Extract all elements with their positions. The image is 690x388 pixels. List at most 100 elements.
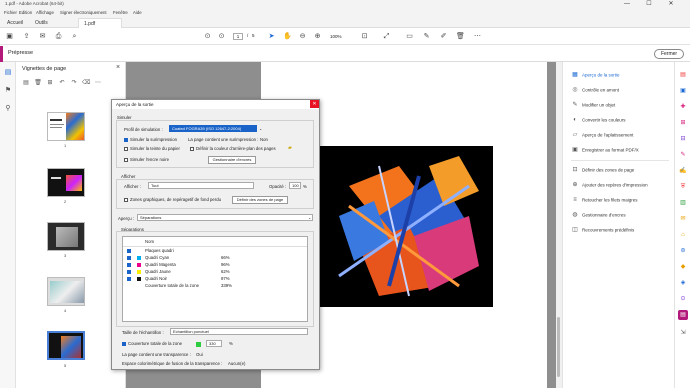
page-thumbnail[interactable] bbox=[47, 277, 85, 306]
define-page-boxes-button[interactable]: Définir des zones de page bbox=[232, 196, 288, 204]
simulation-profile-select[interactable]: Coated FOGRA39 (ISO 12647-2:2004) bbox=[169, 125, 257, 132]
tool-printer-marks[interactable]: ⊕ Ajouter des repères d'impression bbox=[571, 182, 647, 189]
mail-icon[interactable]: ✉ bbox=[38, 32, 47, 41]
zoom-select[interactable]: 100% bbox=[330, 33, 352, 40]
scan-icon[interactable]: ⌂ bbox=[678, 230, 688, 240]
show-select[interactable]: Tout bbox=[148, 182, 254, 189]
more-icon[interactable]: ⋯ bbox=[94, 79, 102, 87]
undo-icon[interactable]: ↶ bbox=[58, 79, 66, 87]
tool-output-preview[interactable]: ▦ Aperçu de la sortie bbox=[571, 72, 619, 79]
warn-zones-checkbox[interactable] bbox=[124, 198, 128, 202]
tool-flattener-preview[interactable]: ▱ Aperçu de l'aplatissement bbox=[571, 132, 634, 139]
expand-icon[interactable]: ⇲ bbox=[678, 328, 688, 338]
insert-page-icon[interactable]: ⊞ bbox=[46, 79, 54, 87]
menu-file[interactable]: Fichier bbox=[4, 10, 17, 15]
ink-manager-button[interactable]: Gestionnaire d'encres bbox=[208, 156, 256, 164]
plate-checkbox[interactable] bbox=[127, 249, 131, 253]
comment-tool-icon[interactable]: ✉ bbox=[678, 214, 688, 224]
chevron-down-icon[interactable]: ⌄ bbox=[308, 215, 311, 220]
menu-window[interactable]: Fenêtre bbox=[113, 10, 128, 15]
comment-icon[interactable]: ▭ bbox=[405, 32, 414, 41]
plate-checkbox[interactable] bbox=[127, 256, 131, 260]
tool-trap-presets[interactable]: ◫ Recouvrements prédéfinis bbox=[571, 227, 634, 234]
tool-save-pdfx[interactable]: ▣ Enregistrer au format PDF/X bbox=[571, 147, 639, 154]
tool-edit-object[interactable]: ✎ Modifier un objet bbox=[571, 102, 615, 109]
combine-icon[interactable]: ⊟ bbox=[678, 134, 688, 144]
maximize-button[interactable]: ☐ bbox=[642, 0, 656, 9]
select-cursor-icon[interactable]: ➤ bbox=[267, 32, 276, 41]
page-thumbnail[interactable] bbox=[47, 222, 85, 251]
simulate-black-checkbox[interactable] bbox=[124, 158, 128, 162]
plate-checkbox[interactable] bbox=[127, 270, 131, 274]
plate-checkbox[interactable] bbox=[127, 277, 131, 281]
tab-home[interactable]: Accueil bbox=[2, 18, 28, 28]
tab-document[interactable]: 1.pdf bbox=[78, 18, 122, 28]
scrollbar-thumb[interactable] bbox=[557, 317, 560, 377]
simulate-overprint-checkbox[interactable] bbox=[124, 138, 128, 142]
protect-icon[interactable]: ⛨ bbox=[678, 182, 688, 192]
export-pdf-icon[interactable]: ▤ bbox=[678, 70, 688, 80]
page-down-icon[interactable]: ⊙ bbox=[217, 32, 226, 41]
bookmark-icon[interactable]: ⚑ bbox=[3, 86, 13, 96]
menu-view[interactable]: Affichage bbox=[36, 10, 54, 15]
page-number-input[interactable]: 1 bbox=[233, 33, 243, 40]
prepress-tool-icon-active[interactable]: ▤ bbox=[678, 310, 688, 320]
tool-fix-hairlines[interactable]: ≡ Retoucher les filets maigres bbox=[571, 197, 637, 204]
print-icon[interactable]: ⎙ bbox=[54, 32, 63, 41]
minimize-button[interactable]: — bbox=[620, 0, 634, 9]
create-pdf-icon[interactable]: ✚ bbox=[678, 102, 688, 112]
fit-page-icon[interactable]: ⤢ bbox=[382, 32, 391, 41]
more-icon[interactable]: ⋯ bbox=[473, 32, 482, 41]
page-thumbnail-selected[interactable] bbox=[47, 331, 85, 360]
dialog-close-button[interactable]: ✕ bbox=[310, 100, 319, 108]
highlight-icon[interactable]: ✐ bbox=[439, 32, 448, 41]
tool-page-boxes[interactable]: ⊡ Définir des zones de page bbox=[571, 167, 634, 174]
options-icon[interactable]: ▤ bbox=[22, 79, 30, 87]
delete-icon[interactable]: ⌫ bbox=[82, 79, 90, 87]
zoom-in-icon[interactable]: ⊕ bbox=[313, 32, 322, 41]
color-swatch-icon[interactable]: ▰ bbox=[288, 145, 292, 151]
tab-tools[interactable]: Outils bbox=[30, 18, 53, 28]
print-production-icon[interactable]: ⊜ bbox=[678, 246, 688, 256]
menu-help[interactable]: Aide bbox=[133, 10, 142, 15]
save-icon[interactable]: ▣ bbox=[5, 32, 14, 41]
organize-pages-icon[interactable]: ⊞ bbox=[678, 118, 688, 128]
sample-size-select[interactable]: Echantillon ponctuel bbox=[170, 328, 308, 335]
simulate-paper-checkbox[interactable] bbox=[124, 147, 128, 151]
tool-preflight[interactable]: ◎ Contrôle en amont bbox=[571, 87, 619, 94]
plate-checkbox[interactable] bbox=[127, 263, 131, 267]
close-icon[interactable]: × bbox=[116, 64, 120, 71]
page-up-icon[interactable]: ⊙ bbox=[203, 32, 212, 41]
opacity-input[interactable]: 100 bbox=[289, 182, 301, 189]
preview-select[interactable]: Séparations bbox=[137, 214, 313, 221]
upload-icon[interactable]: ⇪ bbox=[22, 32, 31, 41]
menu-sign[interactable]: Signer électroniquement bbox=[60, 10, 107, 15]
stamp-icon[interactable]: ◆ bbox=[678, 262, 688, 272]
pen-icon[interactable]: ✎ bbox=[422, 32, 431, 41]
close-tool-button[interactable]: Fermer bbox=[654, 49, 684, 59]
tool-ink-manager[interactable]: ◍ Gestionnaire d'encres bbox=[571, 212, 625, 219]
chevron-down-icon[interactable]: ⌄ bbox=[259, 126, 262, 131]
page-thumbnails-icon[interactable]: ▤ bbox=[3, 68, 13, 78]
compress-icon[interactable]: ▥ bbox=[678, 198, 688, 208]
search-icon[interactable]: ⌕ bbox=[70, 32, 79, 41]
delete-page-icon[interactable]: 🗑 bbox=[34, 79, 42, 87]
coverage-color-swatch[interactable] bbox=[196, 342, 201, 347]
close-window-button[interactable]: ✕ bbox=[664, 0, 678, 9]
zoom-out-icon[interactable]: ⊖ bbox=[298, 32, 307, 41]
menu-edit[interactable]: Edition bbox=[19, 10, 32, 15]
request-sign-icon[interactable]: ✍ bbox=[678, 166, 688, 176]
hand-icon[interactable]: ✋ bbox=[283, 32, 292, 41]
page-thumbnail[interactable] bbox=[47, 168, 85, 197]
total-coverage-input[interactable]: 330 bbox=[206, 340, 222, 347]
page-thumbnail[interactable] bbox=[47, 112, 85, 141]
tool-convert-colors[interactable]: ◐ Convertir les couleurs bbox=[571, 117, 625, 124]
total-coverage-checkbox[interactable] bbox=[122, 342, 126, 346]
attachment-icon[interactable]: ⚲ bbox=[3, 104, 13, 114]
page-background-checkbox[interactable] bbox=[190, 147, 194, 151]
fill-sign-icon[interactable]: ✎ bbox=[678, 150, 688, 160]
delete-icon[interactable]: 🗑 bbox=[456, 32, 465, 41]
marquee-icon[interactable]: ⊡ bbox=[360, 32, 369, 41]
more-tools-icon[interactable]: ⊙ bbox=[678, 294, 688, 304]
edit-pdf-icon[interactable]: ▣ bbox=[678, 86, 688, 96]
